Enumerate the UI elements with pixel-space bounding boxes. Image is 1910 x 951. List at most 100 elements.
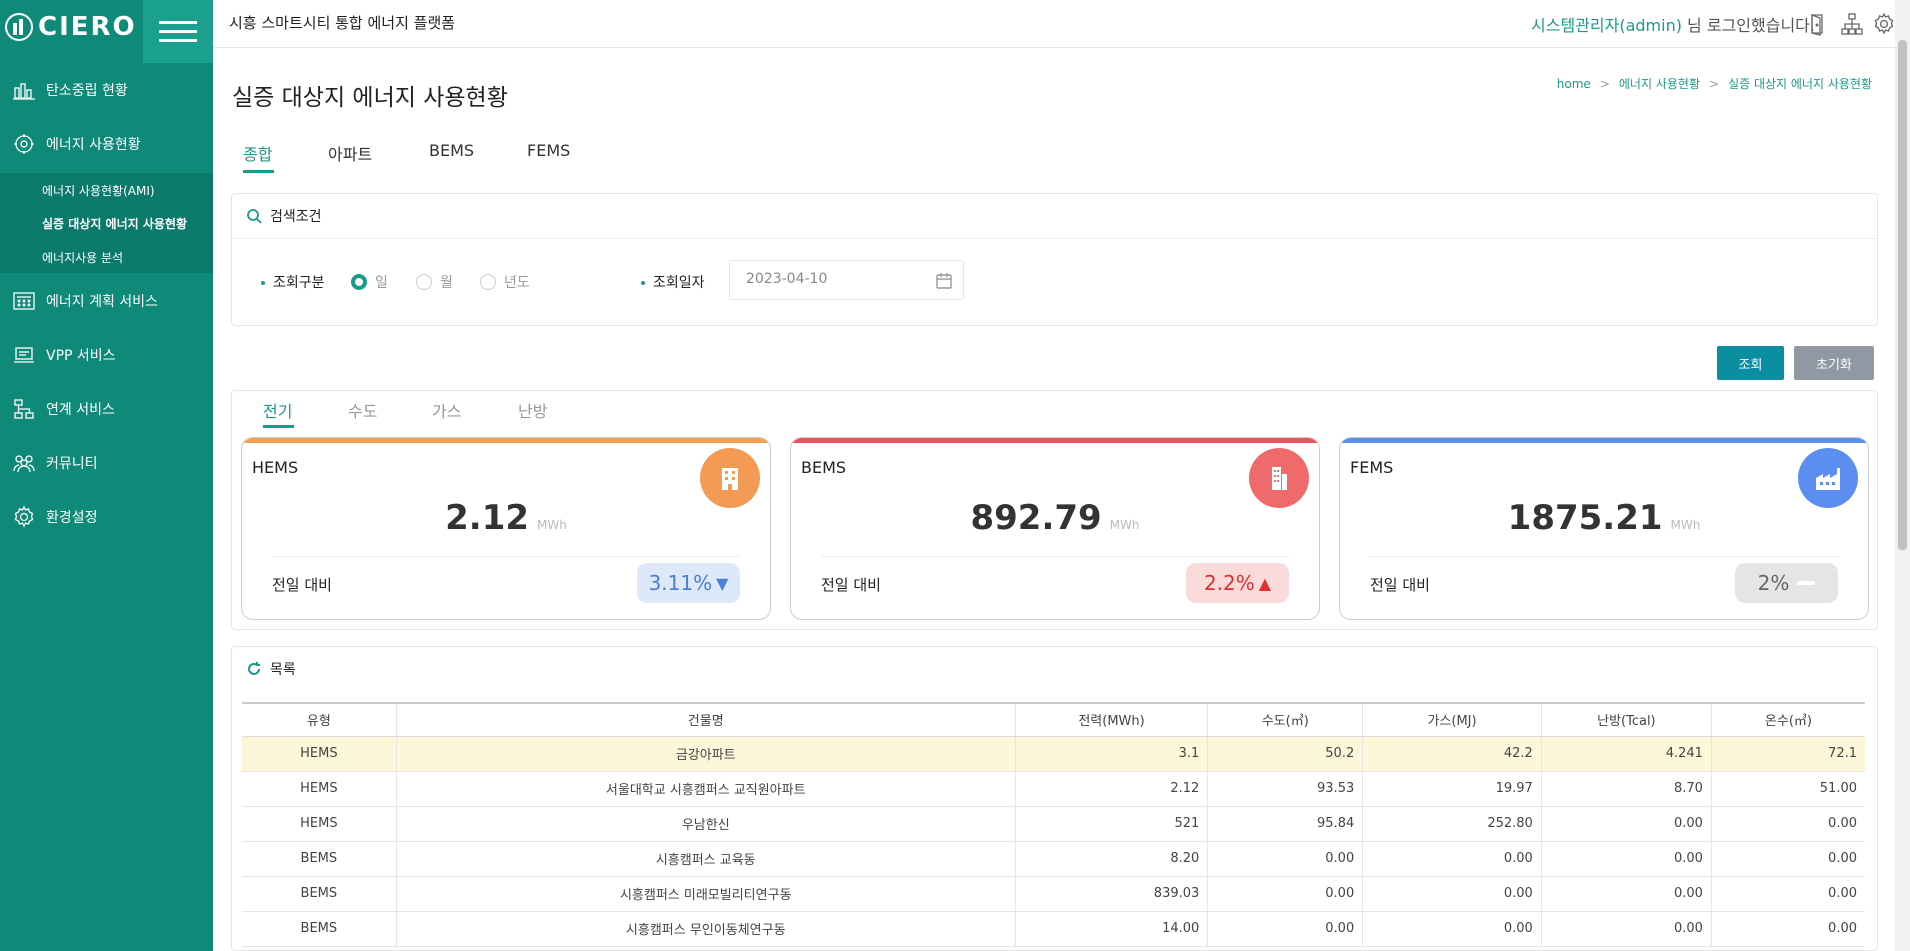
table-row[interactable]: BEMS 시흥캠퍼스 미래모빌리티연구동 839.03 0.00 0.00 0.00 0.0…: [242, 876, 1865, 912]
fems-card: FEMS 1875.21 MWh 전일 대비 2%: [1339, 437, 1869, 620]
sidebar-item-energy-plan[interactable]: 에너지 계획 서비스: [0, 279, 213, 323]
card-compare-label: 전일 대비: [1370, 576, 1430, 594]
sidebar-item-vpp[interactable]: VPP 서비스: [0, 333, 213, 377]
subnav-item-site-usage[interactable]: 실증 대상지 에너지 사용현황: [42, 215, 187, 232]
table-cell: 서울대학교 시흥캠퍼스 교직원아파트: [395, 771, 1016, 807]
sidebar-item-carbon[interactable]: 탄소중립 현황: [0, 68, 213, 112]
table-cell: 금강아파트: [395, 736, 1016, 772]
breadcrumb-current[interactable]: 실증 대상지 에너지 사용현황: [1728, 77, 1872, 91]
tab-apartment[interactable]: 아파트: [328, 141, 372, 165]
card-title: FEMS: [1350, 458, 1394, 477]
date-input[interactable]: 2023-04-10: [729, 260, 964, 300]
table-cell: 시흥캠퍼스 교육동: [395, 841, 1016, 877]
subnav-item-ami[interactable]: 에너지 사용현황(AMI): [42, 182, 155, 199]
sidebar-item-link-service[interactable]: 연계 서비스: [0, 387, 213, 431]
card-divider: [821, 556, 1289, 557]
page-title: 실증 대상지 에너지 사용현황: [232, 85, 508, 111]
gear-icon: [14, 505, 34, 528]
platform-title: 시흥 스마트시티 통합 에너지 플랫폼: [229, 14, 456, 32]
tab-bems[interactable]: BEMS: [429, 141, 474, 160]
reset-button[interactable]: 초기화: [1794, 346, 1874, 380]
sidebar-item-community[interactable]: 커뮤니티: [0, 441, 213, 485]
login-suffix: 님 로그인했습니다.: [1681, 16, 1815, 35]
settings-gear-icon[interactable]: [1872, 12, 1896, 36]
change-value: 2%: [1757, 571, 1790, 595]
energy-tab-indicator: [263, 425, 294, 428]
table-cell: 0.00: [1540, 911, 1712, 947]
table-cell: 0.00: [1362, 911, 1542, 947]
table-row[interactable]: HEMS 서울대학교 시흥캠퍼스 교직원아파트 2.12 93.53 19.97 8.70…: [242, 771, 1865, 807]
search-header-label: 검색조건: [270, 209, 322, 225]
login-user[interactable]: 시스템관리자(admin): [1531, 16, 1682, 35]
breadcrumb-item[interactable]: 에너지 사용현황: [1619, 77, 1700, 91]
card-value-number: 892.79: [970, 498, 1102, 538]
card-compare-label: 전일 대비: [821, 576, 881, 594]
card-accent: [242, 438, 770, 443]
logo-icon: [5, 13, 33, 41]
radio-dot: [351, 274, 367, 290]
table-cell: BEMS: [242, 841, 397, 877]
search-button[interactable]: 조회: [1717, 346, 1784, 380]
sidebar: CIERO 탄소중립 현황 에너지 사용현황 에너지 사용현황(AMI) 실증 …: [0, 0, 213, 951]
table-row[interactable]: HEMS 금강아파트 3.1 50.2 42.2 4.241 72.1: [242, 736, 1865, 772]
column-header: 수도(㎥): [1207, 702, 1363, 737]
list-header-label: 목록: [270, 662, 296, 678]
sidebar-item-settings[interactable]: 환경설정: [0, 495, 213, 539]
table-cell: 14.00: [1014, 911, 1208, 947]
logo-text[interactable]: CIERO: [38, 12, 137, 42]
subnav-item-analysis[interactable]: 에너지사용 분석: [42, 249, 123, 266]
tab-electricity[interactable]: 전기: [263, 398, 292, 422]
laptop-icon: [14, 347, 34, 363]
table-cell: HEMS: [242, 736, 397, 772]
sitemap-icon[interactable]: [1840, 12, 1864, 36]
scrollbar-thumb[interactable]: [1898, 40, 1907, 550]
date-value: 2023-04-10: [746, 271, 828, 287]
data-table: 유형 건물명 전력(MWh) 수도(㎥) 가스(MJ) 난방(Tcal) 온수(㎥) HEM…: [242, 702, 1865, 947]
login-message: 시스템관리자(admin) 님 로그인했습니다.: [1531, 12, 1815, 36]
table-cell: 0.00: [1540, 841, 1712, 877]
change-badge: 2.2% ▲: [1186, 563, 1289, 603]
radio-year[interactable]: 년도: [480, 272, 530, 292]
tab-heating[interactable]: 난방: [518, 398, 547, 422]
radio-dot: [416, 274, 432, 290]
calendar-icon[interactable]: [935, 272, 953, 290]
tab-fems[interactable]: FEMS: [527, 141, 570, 160]
table-row[interactable]: BEMS 시흥캠퍼스 교육동 8.20 0.00 0.00 0.00 0.00: [242, 841, 1865, 877]
radio-month[interactable]: 월: [416, 272, 453, 292]
table-cell: 0.00: [1362, 876, 1542, 912]
tab-water[interactable]: 수도: [348, 398, 377, 422]
table-row[interactable]: HEMS 우남한신 521 95.84 252.80 0.00 0.00: [242, 806, 1865, 842]
table-cell: 2.12: [1014, 771, 1208, 807]
card-accent: [791, 438, 1319, 443]
table-cell: 0.00: [1207, 911, 1363, 947]
card-unit: MWh: [1670, 518, 1701, 532]
sidebar-item-label: 환경설정: [46, 510, 98, 526]
search-icon: [247, 209, 262, 224]
logout-door-icon[interactable]: [1806, 12, 1830, 36]
radio-month-label: 월: [440, 275, 453, 291]
page-scrollbar[interactable]: [1895, 0, 1910, 951]
table-cell: 0.00: [1710, 806, 1865, 842]
sidebar-item-label: 연계 서비스: [46, 402, 115, 418]
table-cell: 72.1: [1710, 736, 1865, 772]
card-value: 2.12 MWh: [242, 498, 770, 538]
change-value: 2.2%: [1203, 571, 1255, 595]
table-cell: 0.00: [1540, 806, 1712, 842]
breadcrumb-home[interactable]: home: [1557, 77, 1591, 91]
query-type-label: 조회구분: [261, 272, 325, 292]
chart-building-icon: [13, 83, 35, 100]
sidebar-item-label: 에너지 사용현황: [46, 137, 141, 153]
tab-summary[interactable]: 종합: [243, 141, 272, 165]
search-panel: 검색조건: [231, 193, 1878, 326]
table-row[interactable]: BEMS 시흥캠퍼스 무인이동체연구동 14.00 0.00 0.00 0.00 0.00: [242, 911, 1865, 947]
tab-gas[interactable]: 가스: [432, 398, 461, 422]
table-cell: 51.00: [1710, 771, 1865, 807]
table-cell: 50.2: [1207, 736, 1363, 772]
column-header: 전력(MWh): [1014, 702, 1208, 737]
menu-toggle-button[interactable]: [143, 0, 213, 63]
card-value-number: 2.12: [445, 498, 530, 538]
down-arrow-icon: ▼: [716, 573, 729, 593]
hems-card: HEMS 2.12 MWh 전일 대비 3.11% ▼: [241, 437, 771, 620]
radio-day[interactable]: 일: [351, 272, 388, 292]
sidebar-item-energy-usage[interactable]: 에너지 사용현황: [0, 122, 213, 166]
